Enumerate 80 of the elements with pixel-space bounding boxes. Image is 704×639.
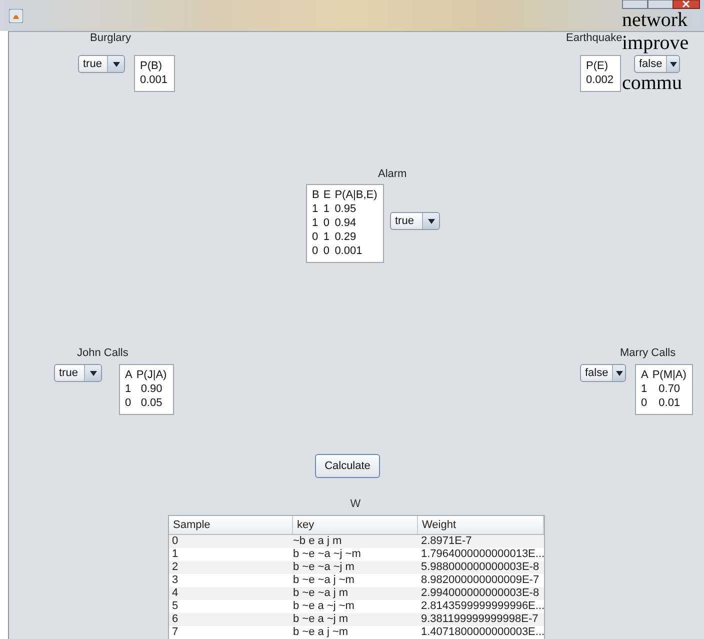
node-label: John Calls bbox=[77, 347, 128, 359]
table-cell: 0 bbox=[125, 397, 132, 410]
table-cell-text: 2.8971E-7 bbox=[420, 535, 473, 548]
node-label: Burglary bbox=[90, 32, 131, 44]
table-cell-text: b ~e a ~j ~m bbox=[293, 600, 356, 613]
table-cell: 1 bbox=[641, 383, 648, 396]
table-cell-text: 1 bbox=[323, 231, 330, 244]
table-cell-text: b ~e ~a ~j m bbox=[293, 561, 356, 574]
caret-icon bbox=[90, 370, 96, 376]
dropdown[interactable]: true bbox=[54, 364, 102, 382]
table-cell: 0.002 bbox=[586, 74, 614, 87]
table-cell: 0 bbox=[641, 397, 648, 410]
table-cell-text: 2.994000000000003E-8 bbox=[420, 587, 540, 600]
table-header: P(J|A) bbox=[136, 369, 167, 382]
window-controls[interactable] bbox=[622, 0, 700, 9]
table-cell-text: b ~e ~a ~j ~m bbox=[293, 548, 362, 561]
table-cell-text: 0.05 bbox=[140, 397, 164, 410]
table-cell-text: 0 bbox=[323, 217, 330, 230]
table-cell-text: 0.01 bbox=[658, 397, 682, 410]
table-cell-text: 6 bbox=[171, 613, 180, 626]
table-cell-text: 0.70 bbox=[658, 383, 682, 396]
table-cell-text: 5 bbox=[171, 600, 180, 613]
caret-icon bbox=[616, 370, 623, 376]
dropdown[interactable]: true bbox=[390, 212, 440, 230]
table-cell-text: b ~e ~a j m bbox=[293, 587, 350, 600]
table-cell-text: 3 bbox=[171, 574, 180, 587]
caret-icon bbox=[428, 218, 434, 224]
column-header[interactable]: Sample bbox=[169, 516, 293, 534]
table-cell: 1 bbox=[312, 217, 320, 230]
table-cell: 0 bbox=[312, 245, 320, 258]
overlay-text: commu bbox=[622, 73, 682, 93]
column-header[interactable]: key bbox=[293, 516, 418, 534]
table-cell-text: 7 bbox=[171, 626, 180, 639]
table-cell-text: ~b e a j m bbox=[293, 535, 343, 548]
table-cell-text: 8.982000000000009E-7 bbox=[420, 574, 540, 587]
table-header: P(M|A) bbox=[652, 369, 686, 382]
table-header: P(E) bbox=[586, 60, 609, 73]
table-cell: 1 bbox=[125, 383, 132, 396]
table-cell-text: 0 bbox=[323, 245, 330, 258]
dropdown[interactable]: false bbox=[580, 364, 626, 382]
table-header: A bbox=[125, 369, 132, 382]
table-title: W bbox=[349, 498, 362, 510]
table-cell-text: 2.8143599999999996E... bbox=[420, 600, 546, 613]
table-cell-text: 9.381199999999998E-7 bbox=[420, 613, 540, 626]
overlay-text: improve bbox=[622, 33, 689, 53]
table-cell: 0.001 bbox=[140, 74, 168, 87]
table-cell-text: 5.988000000000003E-8 bbox=[420, 561, 540, 574]
table-cell-text: b ~e a j ~m bbox=[293, 626, 350, 639]
table-cell-text: 1.7964000000000013E... bbox=[420, 548, 546, 561]
table-cell-text: 0.95 bbox=[334, 203, 358, 216]
table-cell-text: 0.90 bbox=[140, 383, 164, 396]
table-cell: 1 bbox=[312, 203, 320, 216]
table-cell-text: 1 bbox=[171, 548, 180, 561]
table-cell-text: 1.4071800000000003E... bbox=[420, 626, 546, 639]
table-cell-text: 0 bbox=[171, 535, 180, 548]
table-cell-text: 0.94 bbox=[334, 217, 358, 230]
dropdown[interactable]: true bbox=[78, 55, 125, 73]
node-label: Earthquake bbox=[566, 32, 622, 44]
table-header: P(A|B,E) bbox=[334, 189, 378, 202]
table-cell-text: 4 bbox=[171, 587, 180, 600]
table-cell-text: b ~e ~a j ~m bbox=[293, 574, 356, 587]
node-label: Marry Calls bbox=[620, 347, 676, 359]
table-cell-text: 1 bbox=[323, 203, 330, 216]
overlay-text: network bbox=[622, 10, 688, 30]
caret-icon bbox=[670, 62, 677, 66]
table-cell-text: 2 bbox=[171, 561, 180, 574]
table-cell-text: b ~e a ~j m bbox=[293, 613, 350, 626]
caret-icon bbox=[112, 62, 120, 66]
dropdown[interactable]: false bbox=[634, 55, 680, 73]
column-header[interactable]: Weight bbox=[418, 516, 544, 534]
table-cell-text: 0.29 bbox=[334, 231, 358, 244]
table-header: P(B) bbox=[140, 60, 163, 73]
table-cell-text: 0.001 bbox=[334, 245, 364, 258]
table-cell: 0 bbox=[312, 231, 320, 244]
calculate-button[interactable]: Calculate bbox=[315, 454, 380, 478]
table-header: B bbox=[312, 189, 320, 202]
node-label: Alarm bbox=[378, 168, 407, 180]
table-header: A bbox=[641, 369, 648, 382]
app-icon bbox=[9, 9, 23, 23]
table-header: E bbox=[323, 189, 331, 202]
